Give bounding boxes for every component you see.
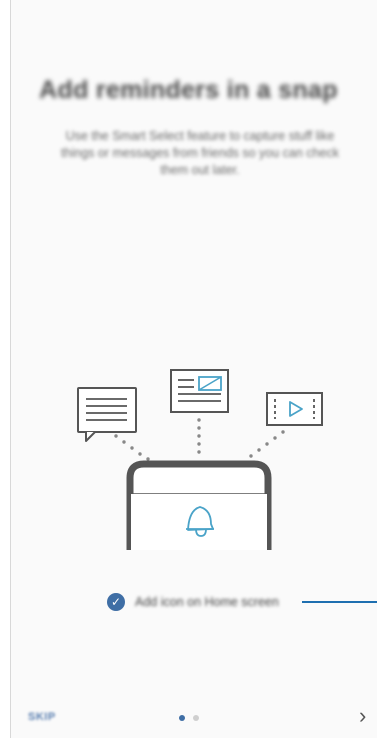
message-icon: [77, 387, 137, 442]
page-dot: [192, 715, 199, 721]
add-icon-option-label: Add icon on Home screen: [135, 595, 279, 609]
onboarding-illustration: [77, 369, 323, 550]
video-icon: [266, 392, 323, 426]
add-icon-option[interactable]: ✓ Add icon on Home screen: [107, 591, 279, 613]
next-button[interactable]: ›: [359, 703, 366, 729]
check-icon[interactable]: ✓: [107, 593, 125, 611]
image-note-icon: [170, 369, 229, 413]
page-dot-active: [178, 715, 185, 721]
callout-line: [302, 601, 377, 603]
page-indicator: [0, 715, 377, 721]
